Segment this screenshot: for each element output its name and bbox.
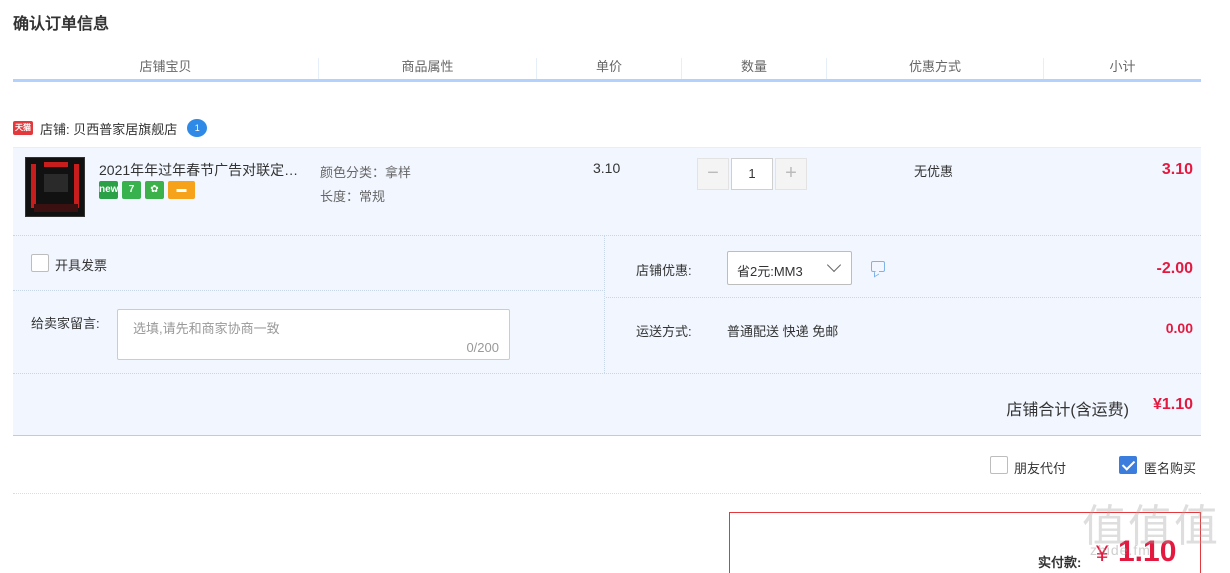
extras-right-panel: 店铺优惠: 省2元:MM3 -2.00 运送方式: 普通配送 快递 免邮 0.0… bbox=[606, 236, 1201, 373]
service-badges: new 7 ✿ ▬ bbox=[99, 181, 195, 199]
friend-pay-label[interactable]: 朋友代付 bbox=[1014, 458, 1066, 477]
order-table-header: 店铺宝贝 商品属性 单价 数量 优惠方式 小计 bbox=[13, 58, 1201, 82]
shipping-method: 普通配送 快递 免邮 bbox=[727, 324, 839, 339]
item-subtotal: 3.10 bbox=[1161, 161, 1193, 178]
col-header-shop-item: 店铺宝贝 bbox=[13, 58, 319, 79]
payment-options-row: 朋友代付 匿名购买 bbox=[13, 446, 1201, 494]
shop-total-amount: ¥1.10 bbox=[1152, 396, 1193, 413]
message-label: 给卖家留言: bbox=[31, 316, 100, 331]
shop-name-link[interactable]: 店铺: 贝西普家居旗舰店 bbox=[40, 119, 177, 138]
watermark: 值值值 zhide.fm bbox=[1082, 490, 1224, 570]
message-placeholder: 选填,请先和商家协商一致 bbox=[133, 321, 280, 336]
seller-message-textarea[interactable]: 选填,请先和商家协商一致 0/200 bbox=[117, 309, 510, 360]
product-thumbnail[interactable] bbox=[25, 157, 85, 217]
chevron-down-icon bbox=[826, 257, 842, 273]
col-header-subtotal: 小计 bbox=[1109, 59, 1136, 74]
col-header-quantity: 数量 bbox=[682, 58, 827, 79]
message-char-counter: 0/200 bbox=[466, 340, 499, 355]
discount-method: 无优惠 bbox=[914, 164, 954, 179]
anonymous-label[interactable]: 匿名购买 bbox=[1144, 458, 1196, 477]
friend-pay-checkbox[interactable] bbox=[990, 456, 1008, 474]
quantity-plus-button[interactable]: + bbox=[775, 158, 807, 190]
anonymous-checkbox[interactable] bbox=[1119, 456, 1137, 474]
shipping-amount: 0.00 bbox=[1165, 320, 1193, 336]
page-title: 确认订单信息 bbox=[13, 16, 110, 33]
chat-bubble-icon[interactable]: 1 bbox=[187, 119, 208, 137]
order-item-row: 2021年年过年春节广告对联定… new 7 ✿ ▬ 颜色分类：拿样 长度：常规… bbox=[13, 147, 1201, 236]
promotion-amount: -2.00 bbox=[1156, 260, 1193, 277]
attribute-color: 颜色分类：拿样 bbox=[320, 165, 412, 180]
promotion-select[interactable]: 省2元:MM3 bbox=[727, 251, 852, 285]
invoice-row: 开具发票 bbox=[13, 236, 605, 291]
promotion-label: 店铺优惠: bbox=[636, 263, 692, 278]
invoice-label[interactable]: 开具发票 bbox=[55, 255, 107, 274]
watermark-site: zhide.fm bbox=[1090, 542, 1151, 558]
invoice-checkbox[interactable] bbox=[31, 254, 49, 272]
order-extras: 开具发票 给卖家留言: 选填,请先和商家协商一致 0/200 店铺优惠: 省2元… bbox=[13, 236, 1201, 373]
payment-label: 实付款: bbox=[1038, 555, 1082, 570]
col-header-discount: 优惠方式 bbox=[827, 58, 1044, 79]
shop-total-label: 店铺合计(含运费) bbox=[1006, 402, 1129, 419]
seven-day-return-icon: 7 bbox=[122, 181, 141, 199]
shop-total-row: 店铺合计(含运费) ¥1.10 bbox=[13, 373, 1201, 436]
thumbnail-couplet-right bbox=[74, 164, 79, 208]
promotion-row: 店铺优惠: 省2元:MM3 -2.00 bbox=[606, 236, 1201, 298]
shop-row: 天猫 店铺: 贝西普家居旗舰店 1 bbox=[13, 116, 1201, 140]
extras-left-panel: 开具发票 给卖家留言: 选填,请先和商家协商一致 0/200 bbox=[13, 236, 605, 373]
shipping-label: 运送方式: bbox=[636, 324, 692, 339]
new-badge-icon: new bbox=[99, 181, 118, 199]
thumbnail-caption bbox=[34, 204, 78, 212]
col-header-attributes: 商品属性 bbox=[319, 58, 537, 79]
quantity-minus-button[interactable]: − bbox=[697, 158, 729, 190]
thumbnail-center bbox=[44, 174, 68, 192]
quantity-stepper: − 1 + bbox=[697, 158, 807, 190]
attribute-length: 长度：常规 bbox=[320, 189, 386, 204]
quantity-input[interactable]: 1 bbox=[731, 158, 773, 190]
promotion-selected-value: 省2元:MM3 bbox=[737, 264, 803, 279]
tmall-icon: 天猫 bbox=[13, 121, 33, 135]
col-header-unit-price: 单价 bbox=[537, 58, 682, 79]
product-name-link[interactable]: 2021年年过年春节广告对联定… bbox=[99, 160, 311, 180]
comment-icon[interactable] bbox=[871, 261, 885, 272]
mobile-badge-icon: ✿ bbox=[145, 181, 164, 199]
credit-card-icon: ▬ bbox=[168, 181, 195, 199]
thumbnail-couplet-left bbox=[31, 164, 36, 208]
unit-price: 3.10 bbox=[593, 160, 621, 176]
thumbnail-banner bbox=[44, 162, 68, 167]
